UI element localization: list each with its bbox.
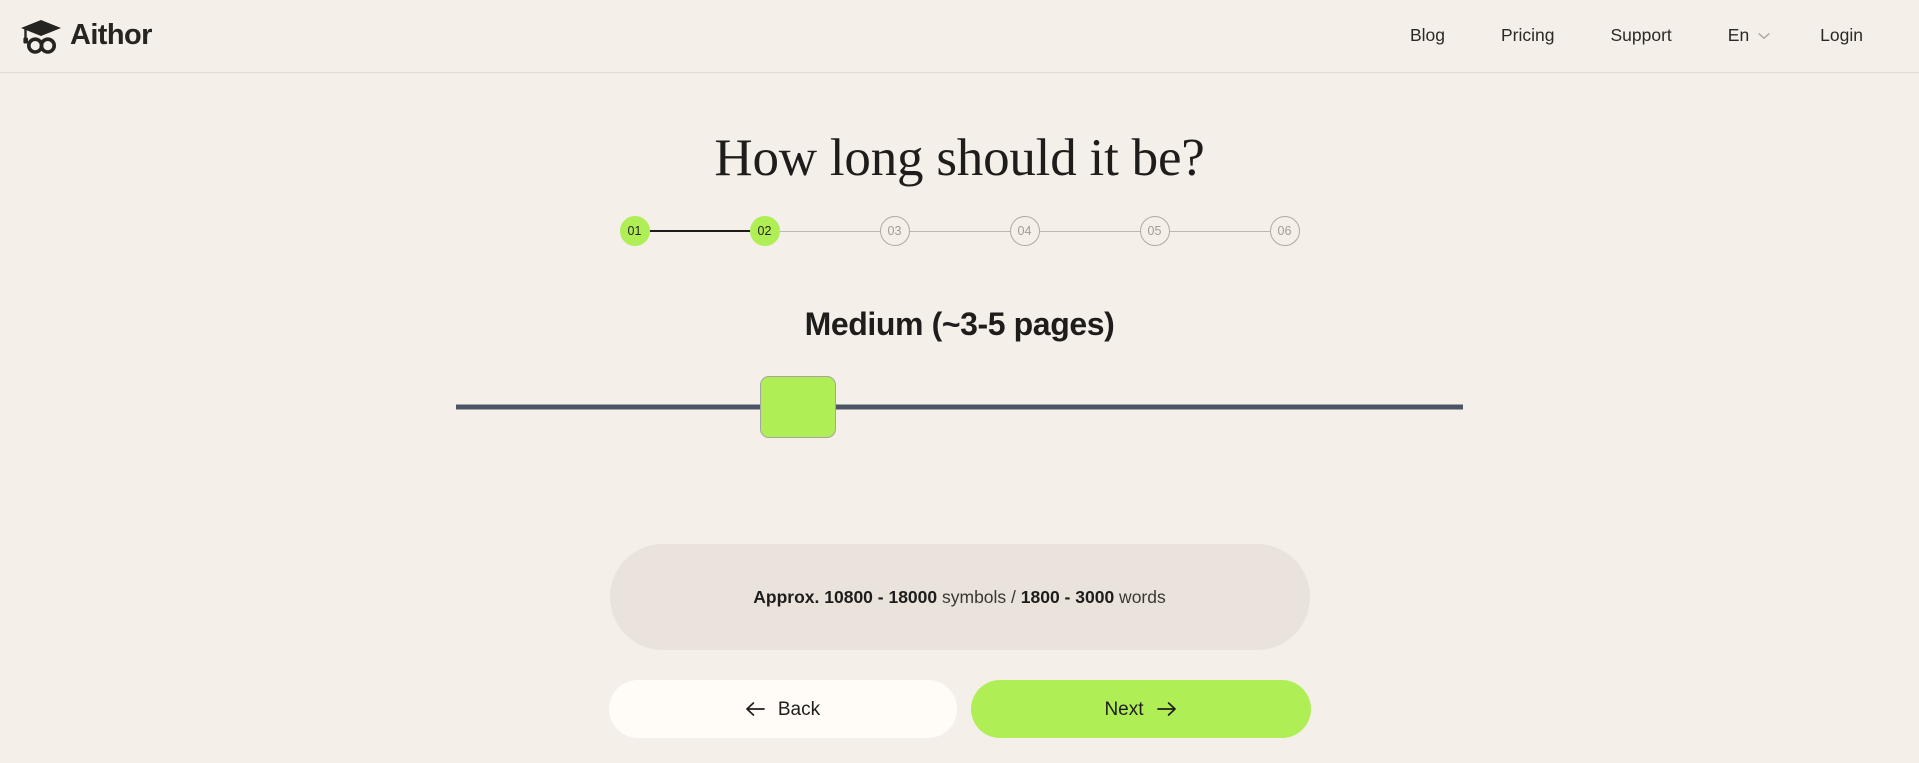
nav-link-pricing[interactable]: Pricing (1473, 19, 1583, 53)
words-range: 1800 - 3000 (1020, 586, 1115, 607)
back-button[interactable]: Back (608, 680, 957, 739)
step-06[interactable]: 06 (1269, 216, 1300, 247)
nav-link-blog[interactable]: Blog (1382, 19, 1473, 53)
slider-track[interactable] (456, 404, 1463, 410)
step-connector-3 (909, 230, 1010, 232)
page-title: How long should it be? (714, 129, 1205, 187)
action-buttons: Back Next (608, 680, 1311, 739)
next-button[interactable]: Next (970, 680, 1311, 739)
arrow-right-icon (1156, 701, 1177, 717)
slider-thumb[interactable] (760, 376, 837, 439)
main-content: How long should it be? 01 02 03 04 05 06… (0, 73, 1919, 763)
graduation-cap-infinity-icon (20, 17, 64, 55)
nav-link-support[interactable]: Support (1582, 19, 1699, 53)
step-connector-1 (649, 230, 750, 233)
chevron-down-icon (1758, 32, 1770, 40)
step-02[interactable]: 02 (749, 216, 780, 247)
step-connector-5 (1169, 230, 1270, 232)
site-header: Aithor Blog Pricing Support En Login (0, 0, 1919, 73)
step-connector-4 (1039, 230, 1140, 232)
step-04[interactable]: 04 (1009, 216, 1040, 247)
step-05[interactable]: 05 (1139, 216, 1170, 247)
back-button-label: Back (777, 698, 821, 720)
step-03[interactable]: 03 (879, 216, 910, 247)
main-navigation: Blog Pricing Support En Login (1382, 19, 1901, 53)
logo-text: Aithor (70, 18, 152, 51)
step-01[interactable]: 01 (619, 216, 650, 247)
length-info-text: Approx. 10800 - 18000 symbols / 1800 - 3… (753, 586, 1166, 607)
nav-link-login[interactable]: Login (1792, 19, 1891, 53)
language-label: En (1727, 25, 1750, 46)
length-slider[interactable] (456, 375, 1463, 439)
symbols-range: Approx. 10800 - 18000 (753, 586, 938, 607)
logo[interactable]: Aithor (20, 17, 152, 55)
length-value-label: Medium (~3-5 pages) (804, 306, 1115, 343)
length-info-box: Approx. 10800 - 18000 symbols / 1800 - 3… (609, 544, 1310, 651)
arrow-left-icon (745, 701, 765, 717)
symbols-word: symbols / (937, 586, 1021, 607)
progress-stepper: 01 02 03 04 05 06 (619, 216, 1300, 247)
next-button-label: Next (1104, 698, 1144, 720)
language-selector[interactable]: En (1700, 19, 1792, 53)
step-connector-2 (779, 230, 880, 232)
words-word: words (1114, 586, 1166, 607)
